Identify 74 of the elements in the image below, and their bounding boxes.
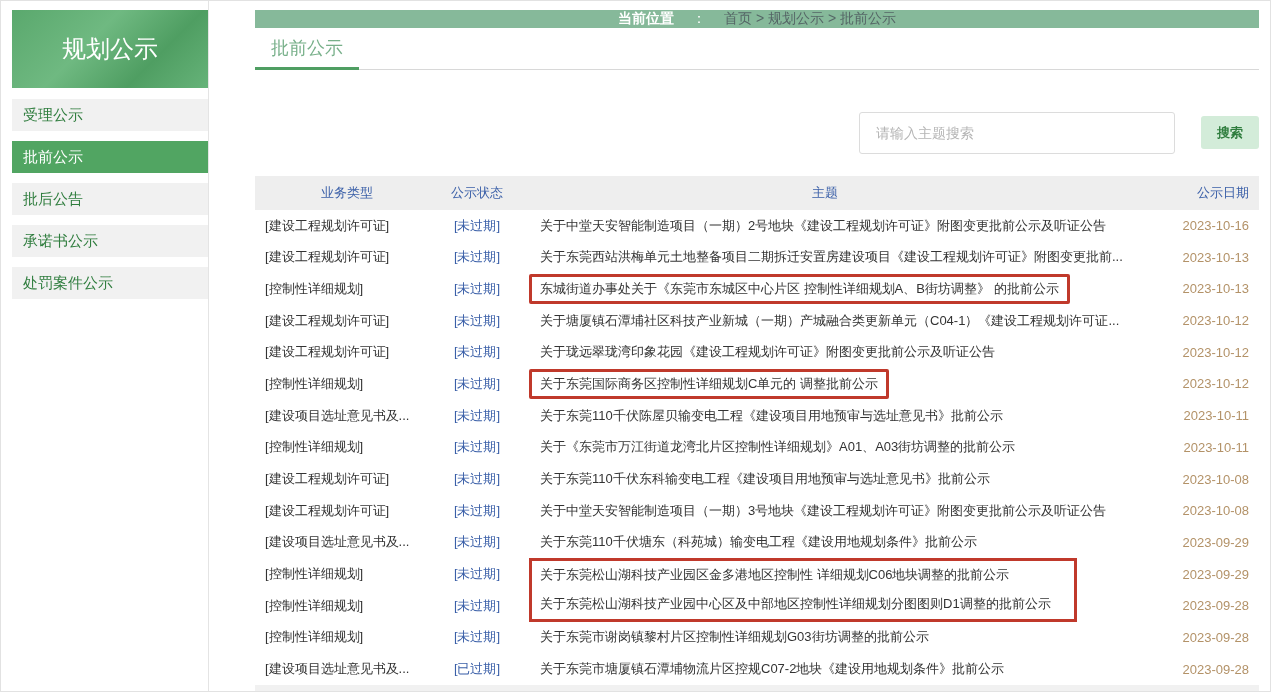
type-cell-text: [建设工程规划许可证] — [264, 343, 391, 362]
subject-link[interactable]: 关于东莞110千伏东科输变电工程《建设项目用地预审与选址意见书》批前公示 — [529, 464, 1001, 495]
date-cell-text: 2023-10-12 — [1181, 343, 1250, 362]
type-cell-text: [控制性详细规划] — [264, 438, 365, 457]
status-link[interactable]: [未过期] — [439, 494, 515, 527]
subject-link[interactable]: 关于塘厦镇石潭埔社区科技产业新城（一期）产城融合类更新单元（C04-1）《建设工程规划许可证... — [529, 305, 1131, 336]
type-cell-text: [建设工程规划许可证] — [264, 311, 391, 330]
status-link[interactable]: [未过期] — [439, 526, 515, 559]
status-link[interactable]: [未过期] — [439, 399, 515, 432]
status-link[interactable]: [未过期] — [439, 304, 515, 337]
sidebar-item[interactable]: 承诺书公示 — [12, 225, 208, 257]
type-cell-text: [控制性详细规划] — [264, 279, 365, 298]
date-cell-text: 2023-10-12 — [1181, 375, 1250, 394]
subject-link[interactable]: 关于东莞110千伏塘东（科苑城）输变电工程《建设用地规划条件》批前公示 — [529, 527, 988, 558]
date-cell-text: 2023-09-28 — [1181, 597, 1250, 616]
subject-link[interactable]: 关于东莞西站洪梅单元土地整备项目二期拆迁安置房建设项目《建设工程规划许可证》附图变更批前... — [529, 242, 1134, 273]
column-header: 公示日期 — [1135, 175, 1259, 210]
status-link[interactable]: [未过期] — [439, 336, 515, 369]
type-cell-text: [控制性详细规划] — [264, 565, 365, 584]
subject-link[interactable]: 关于中堂天安智能制造项目（一期）3号地块《建设工程规划许可证》附图变更批前公示及听证公告 — [529, 495, 1118, 526]
subject-link[interactable]: 关于东莞市谢岗镇黎村片区控制性详细规划G03街坊调整的批前公示 — [529, 622, 940, 653]
status-link[interactable]: [已过期] — [439, 653, 515, 688]
date-cell: 2023-10-16 — [1135, 209, 1259, 242]
status-link[interactable]: [未过期] — [439, 241, 515, 274]
date-cell-text: 2023-10-13 — [1181, 248, 1250, 267]
subject-link[interactable]: 关于东莞110千伏陈屋贝输变电工程《建设项目用地预审与选址意见书》批前公示 — [529, 400, 1014, 431]
breadcrumb-label: 当前位置 — [618, 10, 675, 29]
column-header: 公示状态 — [439, 175, 515, 210]
status-link[interactable]: [未过期] — [439, 273, 515, 305]
subject-link[interactable]: 关于《东莞市万江街道龙湾北片区控制性详细规划》A01、A03街坊调整的批前公示 — [529, 432, 1027, 463]
type-cell: [建设项目选址意见书及... — [255, 653, 439, 688]
status-link[interactable]: [未过期] — [439, 209, 515, 242]
type-cell-text: [建设工程规划许可证] — [264, 248, 391, 267]
highlighted-subject-link[interactable]: 关于东莞国际商务区控制性详细规划C单元的 调整批前公示 — [529, 368, 889, 399]
date-cell-text: 2023-10-08 — [1181, 502, 1250, 521]
status-link[interactable]: [未过期] — [439, 621, 515, 654]
subject-link[interactable]: 关于中堂天安智能制造项目（一期）2号地块《建设工程规划许可证》附图变更批前公示及听证公告 — [529, 210, 1118, 241]
date-cell-text: 2023-09-29 — [1181, 565, 1250, 584]
type-cell-text: [建设项目选址意见书及... — [264, 533, 411, 552]
type-cell: [建设工程规划许可证] — [255, 209, 439, 242]
column-header: 业务类型 — [255, 175, 439, 210]
subject-link[interactable]: 关于东莞市塘厦镇石潭埔物流片区控规C07-2地块《建设用地规划条件》批前公示 — [529, 654, 1016, 685]
subject-link[interactable]: 关于珑远翠珑湾印象花园《建设工程规划许可证》附图变更批前公示及听证公告 — [529, 337, 1006, 368]
breadcrumb-path: 首页 > 规划公示 > 批前公示 — [724, 10, 896, 29]
date-cell-text: 2023-10-08 — [1181, 470, 1250, 489]
date-cell-text: 2023-09-28 — [1181, 628, 1250, 647]
search-button[interactable]: 搜索 — [1201, 116, 1259, 150]
highlighted-subject-link[interactable]: 东城街道办事处关于《东莞市东城区中心片区 控制性详细规划A、B街坊调整》 的批前公示 — [529, 273, 1070, 304]
type-cell-text: [控制性详细规划] — [264, 374, 365, 393]
status-link[interactable]: [未过期] — [439, 558, 515, 590]
sidebar-item[interactable]: 受理公示 — [12, 99, 208, 131]
date-cell-text: 2023-10-13 — [1181, 280, 1250, 299]
status-link[interactable]: [未过期] — [439, 431, 515, 464]
type-cell-text: [控制性详细规划] — [264, 628, 365, 647]
date-cell-text: 2023-10-11 — [1182, 438, 1250, 457]
type-cell-text: [建设项目选址意见书及... — [264, 406, 411, 425]
search-field[interactable]: 请输入主题搜索 — [859, 111, 1175, 154]
date-cell: 2023-09-28 — [1135, 653, 1259, 688]
type-cell-text: [建设工程规划许可证] — [264, 470, 391, 489]
status-link[interactable]: [未过期] — [439, 463, 515, 495]
sidebar-item[interactable]: 批后公告 — [12, 183, 208, 215]
sidebar-item[interactable]: 处罚案件公示 — [12, 267, 208, 299]
breadcrumb-separator: ： — [692, 10, 707, 29]
type-cell-text: [建设工程规划许可证] — [264, 501, 391, 520]
status-link[interactable]: [未过期] — [439, 589, 515, 622]
type-cell-text: [控制性详细规划] — [264, 596, 365, 615]
date-cell-text: 2023-10-11 — [1182, 407, 1250, 426]
sidebar-title: 规划公示 — [12, 10, 208, 88]
highlighted-subject-link[interactable]: 关于东莞松山湖科技产业园区金多港地区控制性 详细规划C06地块调整的批前公示 — [529, 558, 1077, 590]
column-header: 主题 — [515, 175, 1135, 210]
status-link[interactable]: [未过期] — [439, 368, 515, 400]
date-cell-text: 2023-10-12 — [1181, 312, 1250, 331]
date-cell-text: 2023-09-29 — [1181, 533, 1250, 552]
highlighted-subject-link[interactable]: 关于东莞松山湖科技产业园中心区及中部地区控制性详细规划分图图则D1调整的批前公示 — [529, 589, 1077, 622]
